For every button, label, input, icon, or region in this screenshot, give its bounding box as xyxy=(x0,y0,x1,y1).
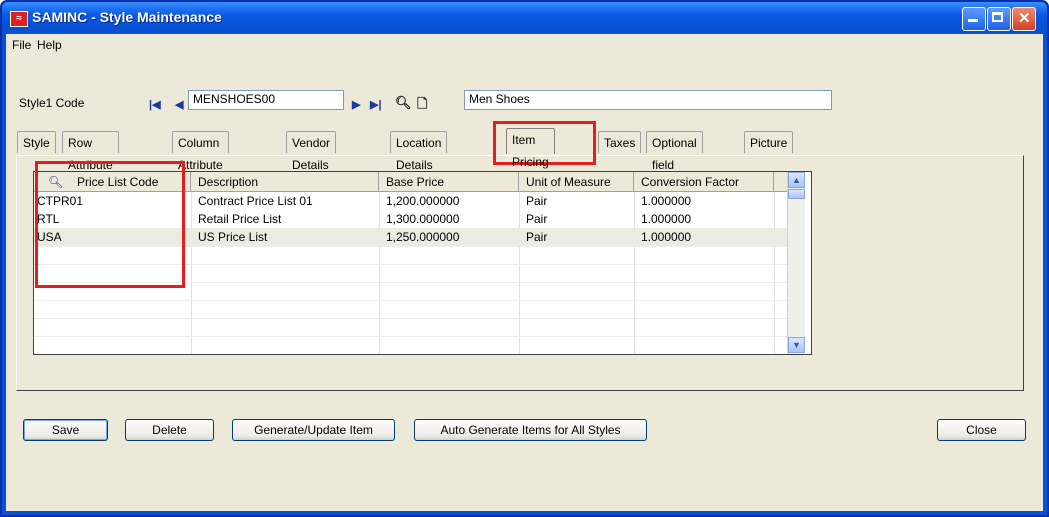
cell-description[interactable]: US Price List xyxy=(191,228,379,246)
tab-style[interactable]: Style xyxy=(17,131,56,153)
cell-base-price[interactable]: 1,250.000000 xyxy=(379,228,519,246)
close-button[interactable]: Close xyxy=(937,419,1026,441)
window-title: SAMINC - Style Maintenance xyxy=(32,9,222,25)
style1-code-input[interactable]: MENSHOES00 xyxy=(188,90,344,110)
menu-file[interactable]: File xyxy=(12,38,31,52)
grid-row-line xyxy=(34,318,788,319)
grid-row-line xyxy=(34,336,788,337)
tab-item-pricing[interactable]: Item Pricing xyxy=(506,128,555,169)
search-icon[interactable]: 🔍︎ xyxy=(395,95,412,111)
tab-optional-field[interactable]: Optional field xyxy=(646,131,703,172)
menu-bar: File Help xyxy=(6,34,1043,56)
style1-code-label: Style1 Code xyxy=(19,96,85,110)
previous-record-icon[interactable]: ◀ xyxy=(175,98,183,111)
minimize-button[interactable] xyxy=(962,7,986,31)
tab-taxes[interactable]: Taxes xyxy=(598,131,642,153)
cell-conversion-factor[interactable]: 1.000000 xyxy=(634,192,774,210)
last-record-icon[interactable]: ▶| xyxy=(370,98,382,111)
grid-header-conversion-factor[interactable]: Conversion Factor xyxy=(634,172,774,192)
application-window: ≈ SAMINC - Style Maintenance ✕ File Help… xyxy=(0,0,1049,517)
maximize-button[interactable] xyxy=(987,7,1011,31)
new-document-icon[interactable]: 🗋 xyxy=(417,95,427,117)
grid-row-line xyxy=(34,300,788,301)
cell-description[interactable]: Contract Price List 01 xyxy=(191,192,379,210)
app-icon: ≈ xyxy=(10,11,28,27)
delete-button[interactable]: Delete xyxy=(125,419,214,441)
scroll-up-icon[interactable]: ▲ xyxy=(788,172,805,188)
client-area: File Help Style1 Code |◀ ◀ MENSHOES00 ▶ … xyxy=(6,34,1043,511)
highlight-box-price-list-code xyxy=(35,161,185,288)
cell-uom[interactable]: Pair xyxy=(519,210,634,228)
tab-column-attribute[interactable]: Column Attribute xyxy=(172,131,229,172)
grid-header-spacer xyxy=(774,172,788,192)
close-window-button[interactable]: ✕ xyxy=(1012,7,1036,31)
next-record-icon[interactable]: ▶ xyxy=(352,98,360,111)
grid-header-description[interactable]: Description xyxy=(191,172,379,192)
tab-picture[interactable]: Picture xyxy=(744,131,794,153)
cell-uom[interactable]: Pair xyxy=(519,192,634,210)
cell-base-price[interactable]: 1,300.000000 xyxy=(379,210,519,228)
scroll-thumb[interactable] xyxy=(788,189,805,199)
cell-base-price[interactable]: 1,200.000000 xyxy=(379,192,519,210)
title-bar[interactable]: ≈ SAMINC - Style Maintenance ✕ xyxy=(2,2,1047,34)
grid-header-base-price[interactable]: Base Price xyxy=(379,172,519,192)
style1-description-input[interactable]: Men Shoes xyxy=(464,90,832,110)
grid-header-unit-of-measure[interactable]: Unit of Measure xyxy=(519,172,634,192)
grid-column-line xyxy=(774,192,775,354)
menu-help[interactable]: Help xyxy=(37,38,62,52)
cell-description[interactable]: Retail Price List xyxy=(191,210,379,228)
first-record-icon[interactable]: |◀ xyxy=(149,98,161,111)
auto-generate-items-button[interactable]: Auto Generate Items for All Styles xyxy=(414,419,647,441)
tab-location-details[interactable]: Location Details xyxy=(390,131,448,172)
cell-conversion-factor[interactable]: 1.000000 xyxy=(634,210,774,228)
tab-vendor-details[interactable]: Vendor Details xyxy=(286,131,337,172)
cell-uom[interactable]: Pair xyxy=(519,228,634,246)
vertical-scrollbar[interactable]: ▲ ▼ xyxy=(787,172,805,354)
scroll-down-icon[interactable]: ▼ xyxy=(788,337,805,353)
cell-conversion-factor[interactable]: 1.000000 xyxy=(634,228,774,246)
generate-update-item-button[interactable]: Generate/Update Item xyxy=(232,419,395,441)
tab-row-attribute[interactable]: Row Attribute xyxy=(62,131,119,172)
save-button[interactable]: Save xyxy=(23,419,108,441)
